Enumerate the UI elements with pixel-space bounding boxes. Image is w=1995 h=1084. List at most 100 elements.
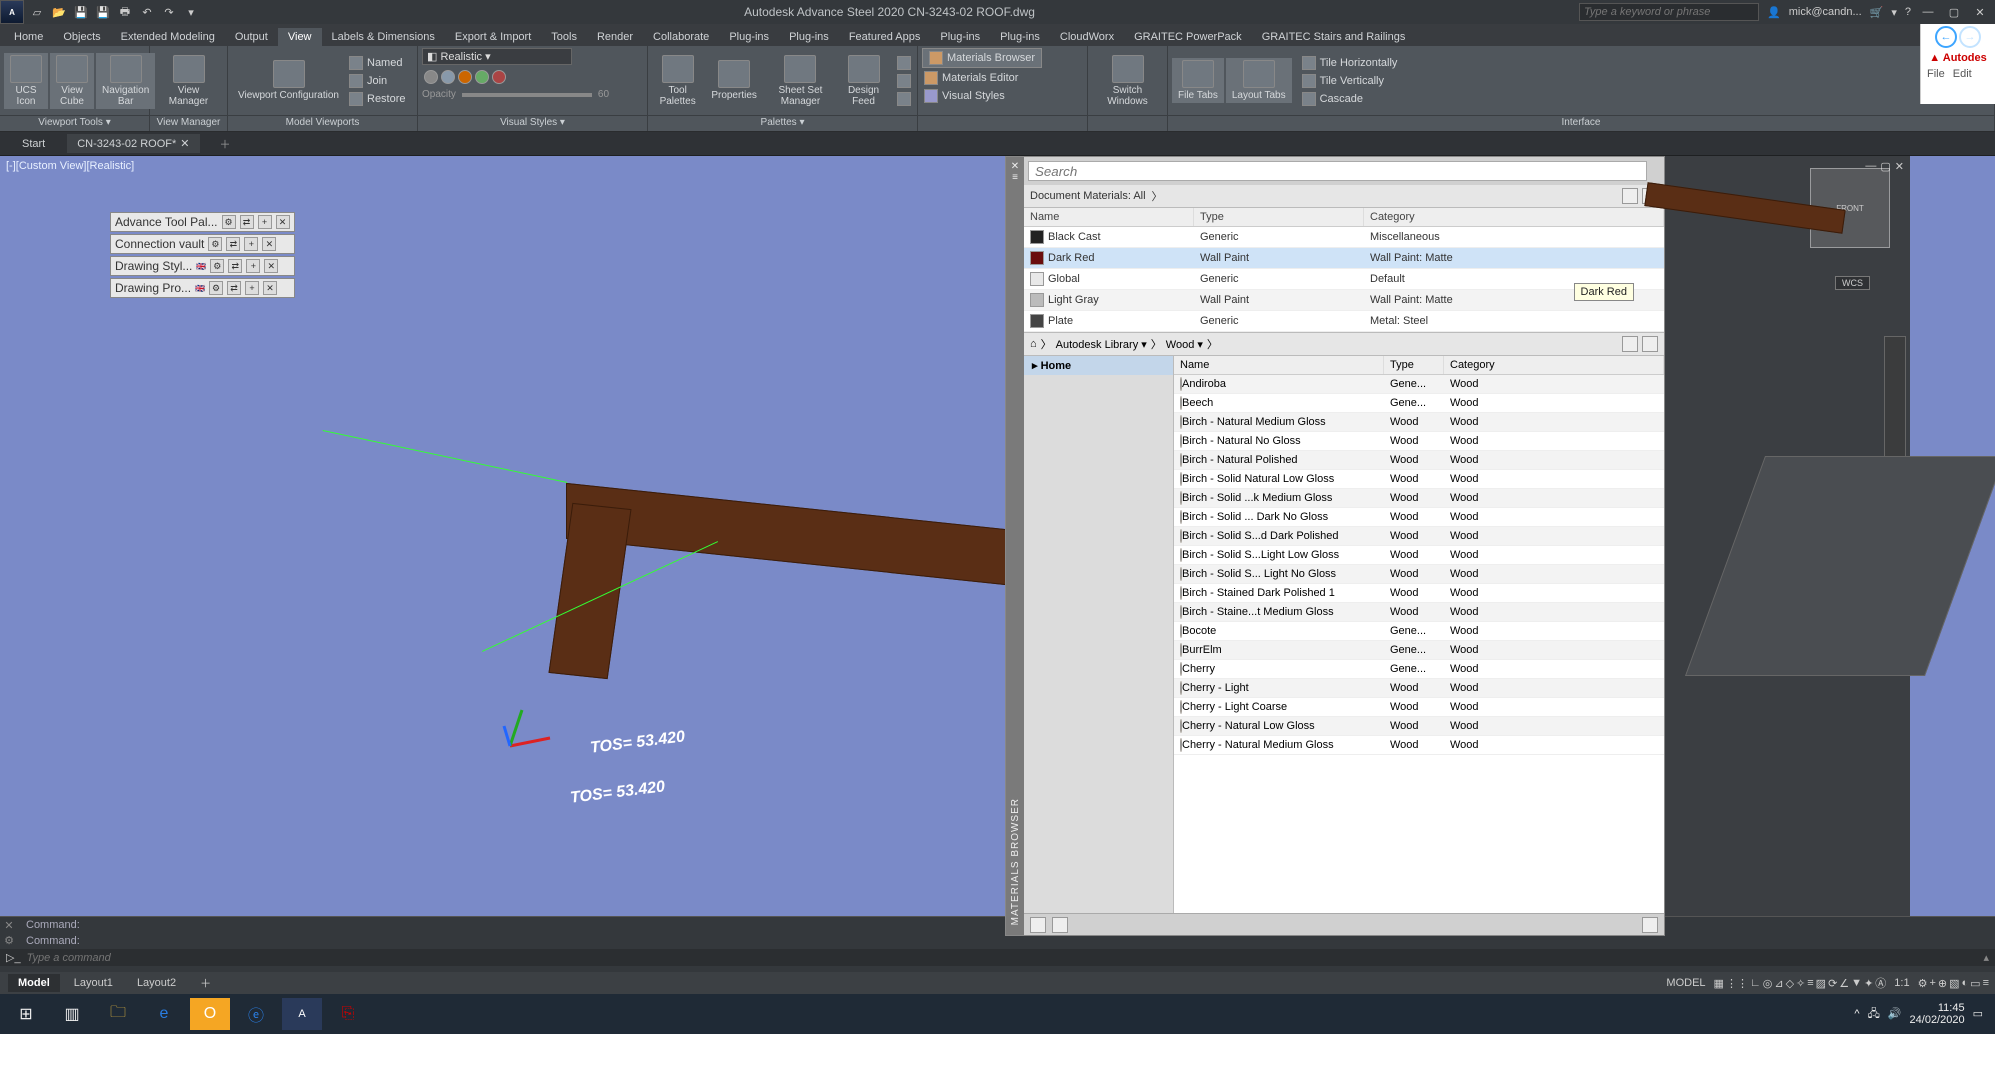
gear-icon[interactable]: ⚙ bbox=[222, 215, 236, 229]
secondary-viewport[interactable]: — ▢ ✕ FRONT WCS bbox=[1665, 156, 1910, 916]
command-input[interactable] bbox=[27, 952, 1978, 964]
material-row[interactable]: GlobalGenericDefault bbox=[1024, 269, 1664, 290]
cleanscreen-icon[interactable]: ▭ bbox=[1970, 977, 1980, 990]
close-icon[interactable]: ✕ bbox=[263, 281, 277, 295]
advance-steel-icon[interactable]: A bbox=[282, 998, 322, 1030]
library-material-row[interactable]: Cherry - Natural Medium GlossWoodWood bbox=[1174, 736, 1664, 755]
library-material-row[interactable]: Birch - Solid S...Light Low GlossWoodWoo… bbox=[1174, 546, 1664, 565]
plus-icon[interactable]: + bbox=[1929, 977, 1935, 989]
library-material-row[interactable]: Birch - Solid S... Light No GlossWoodWoo… bbox=[1174, 565, 1664, 584]
gizmo-icon[interactable]: ✦ bbox=[1864, 977, 1873, 990]
col-type[interactable]: Type bbox=[1194, 208, 1364, 226]
cascade-button[interactable]: Cascade bbox=[1300, 91, 1400, 107]
tab-plugins3[interactable]: Plug-ins bbox=[930, 28, 990, 46]
tab-plugins4[interactable]: Plug-ins bbox=[990, 28, 1050, 46]
ortho-icon[interactable]: ∟ bbox=[1750, 977, 1761, 989]
tab-output[interactable]: Output bbox=[225, 28, 278, 46]
layout-1[interactable]: Layout1 bbox=[64, 974, 123, 992]
arrow-icon[interactable]: ⇄ bbox=[226, 237, 240, 251]
close-icon[interactable]: ✕ bbox=[276, 215, 290, 229]
visual-styles-button[interactable]: Visual Styles bbox=[922, 88, 1007, 104]
edit-menu[interactable]: Edit bbox=[1953, 68, 1972, 80]
palette-small-icon[interactable] bbox=[895, 91, 913, 107]
explorer-icon[interactable]: 🗀 bbox=[98, 998, 138, 1030]
user-icon[interactable]: 👤 bbox=[1767, 6, 1781, 19]
resize-grip-icon[interactable] bbox=[1642, 917, 1658, 933]
swatch-icon[interactable] bbox=[475, 70, 489, 84]
tray-network-icon[interactable]: 🖧 bbox=[1868, 1008, 1880, 1020]
sheet-set-button[interactable]: Sheet Set Manager bbox=[765, 53, 836, 109]
view-grid-icon[interactable] bbox=[1622, 188, 1638, 204]
properties-button[interactable]: Properties bbox=[705, 58, 763, 103]
library-material-row[interactable]: CherryGene...Wood bbox=[1174, 660, 1664, 679]
library-material-row[interactable]: Birch - Solid S...d Dark PolishedWoodWoo… bbox=[1174, 527, 1664, 546]
cmd-close-icon[interactable]: ✕ bbox=[4, 919, 13, 932]
acrobat-icon[interactable]: ⎘ bbox=[328, 998, 368, 1030]
library-material-row[interactable]: Birch - Solid Natural Low GlossWoodWood bbox=[1174, 470, 1664, 489]
palette-advance[interactable]: Advance Tool Pal...⚙⇄+✕ bbox=[110, 212, 295, 232]
tray-up-icon[interactable]: ^ bbox=[1854, 1008, 1859, 1020]
cart-icon[interactable]: 🛒 bbox=[1870, 6, 1884, 19]
hardware-icon[interactable]: ▧ bbox=[1949, 977, 1959, 990]
material-row[interactable]: Light GrayWall PaintWall Paint: Matte bbox=[1024, 290, 1664, 311]
library-material-row[interactable]: Birch - Solid ... Dark No GlossWoodWood bbox=[1174, 508, 1664, 527]
library-material-row[interactable]: AndirobaGene...Wood bbox=[1174, 375, 1664, 394]
swatch-icon[interactable] bbox=[441, 70, 455, 84]
tile-vert-button[interactable]: Tile Vertically bbox=[1300, 73, 1400, 89]
file-menu[interactable]: File bbox=[1927, 68, 1945, 80]
viewport-label[interactable]: [-][Custom View][Realistic] bbox=[6, 160, 134, 172]
swatch-icon[interactable] bbox=[458, 70, 472, 84]
material-row[interactable]: PlateGenericMetal: Steel bbox=[1024, 311, 1664, 332]
worldview-icon[interactable]: ⊕ bbox=[1938, 977, 1947, 990]
plus-icon[interactable]: + bbox=[244, 237, 258, 251]
help-icon[interactable]: ? bbox=[1905, 6, 1911, 18]
doc-materials-crumb[interactable]: Document Materials: All〉 bbox=[1024, 185, 1664, 208]
palette-small-icon[interactable] bbox=[895, 55, 913, 71]
scale-readout[interactable]: 1:1 bbox=[1888, 977, 1915, 989]
libcol-type[interactable]: Type bbox=[1384, 356, 1444, 374]
nav-bar-button[interactable]: Navigation Bar bbox=[96, 53, 155, 109]
system-clock[interactable]: ^ 🖧 🔊 11:45 24/02/2020 ▭ bbox=[1854, 1002, 1989, 1026]
close-button[interactable]: ✕ bbox=[1971, 3, 1989, 21]
tab-objects[interactable]: Objects bbox=[53, 28, 110, 46]
add-layout-button[interactable]: ＋ bbox=[190, 972, 221, 994]
join-button[interactable]: Join bbox=[347, 73, 408, 89]
3dosnap-icon[interactable]: ✧ bbox=[1796, 977, 1805, 990]
ucs-icon-button[interactable]: UCS Icon bbox=[4, 53, 48, 109]
layout-2[interactable]: Layout2 bbox=[127, 974, 186, 992]
qat-dropdown-icon[interactable]: ▾ bbox=[182, 3, 200, 21]
library-material-row[interactable]: BocoteGene...Wood bbox=[1174, 622, 1664, 641]
grid-icon[interactable]: ▦ bbox=[1714, 977, 1724, 990]
design-feed-button[interactable]: Design Feed bbox=[838, 53, 889, 109]
panel-viewport-tools[interactable]: Viewport Tools ▾ bbox=[0, 115, 149, 131]
arrow-icon[interactable]: ⇄ bbox=[227, 281, 241, 295]
isoplane-icon[interactable]: ⊿ bbox=[1774, 977, 1783, 990]
dynucs-icon[interactable]: ∠ bbox=[1839, 977, 1849, 990]
swatch-icon[interactable] bbox=[492, 70, 506, 84]
osnap-icon[interactable]: ◇ bbox=[1786, 977, 1794, 990]
swatch-icon[interactable] bbox=[424, 70, 438, 84]
plus-icon[interactable]: + bbox=[258, 215, 272, 229]
visual-style-dropdown[interactable]: ◧ Realistic ▾ bbox=[422, 48, 572, 65]
col-category[interactable]: Category bbox=[1364, 208, 1664, 226]
close-icon[interactable]: ✕ bbox=[264, 259, 278, 273]
filtering-icon[interactable]: ▼ bbox=[1851, 977, 1862, 989]
ie-icon[interactable]: ⓔ bbox=[236, 998, 276, 1030]
file-tabs-button[interactable]: File Tabs bbox=[1172, 58, 1224, 103]
taskview-icon[interactable]: ▥ bbox=[52, 998, 92, 1030]
qat-undo-icon[interactable]: ↶ bbox=[138, 3, 156, 21]
start-button[interactable]: ⊞ bbox=[6, 998, 46, 1030]
minimize-button[interactable]: — bbox=[1919, 3, 1937, 21]
view-list-icon[interactable] bbox=[1642, 336, 1658, 352]
tab-labels[interactable]: Labels & Dimensions bbox=[322, 28, 445, 46]
tab-cloudworx[interactable]: CloudWorx bbox=[1050, 28, 1124, 46]
palette-drawing-processes[interactable]: Drawing Pro...🇬🇧⚙⇄+✕ bbox=[110, 278, 295, 298]
gear-icon[interactable]: ⚙ bbox=[210, 259, 224, 273]
library-material-row[interactable]: Birch - Solid ...k Medium GlossWoodWood bbox=[1174, 489, 1664, 508]
tab-render[interactable]: Render bbox=[587, 28, 643, 46]
libcol-category[interactable]: Category bbox=[1444, 356, 1664, 374]
isolate-icon[interactable]: ◐ bbox=[1962, 977, 1969, 989]
close-icon[interactable]: ✕ bbox=[262, 237, 276, 251]
materials-browser-handle[interactable]: ✕ ≡ MATERIALS BROWSER bbox=[1006, 157, 1024, 935]
library-material-row[interactable]: Cherry - Light CoarseWoodWood bbox=[1174, 698, 1664, 717]
